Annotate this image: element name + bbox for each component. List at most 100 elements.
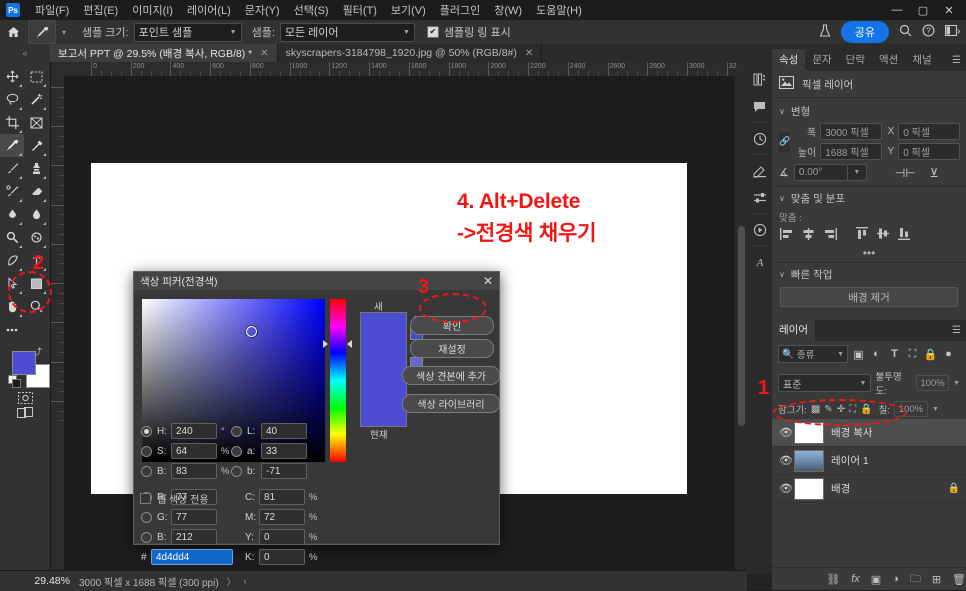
path-selection-tool[interactable] xyxy=(0,272,24,295)
chevron-down-icon[interactable]: ▼ xyxy=(847,164,867,181)
tab-layers[interactable]: 레이어 xyxy=(772,319,815,341)
lock-position-icon[interactable]: ✛ xyxy=(837,404,845,415)
actions-icon[interactable] xyxy=(747,216,772,243)
adjustments-icon[interactable] xyxy=(747,157,772,184)
chevron-down-icon[interactable]: ▼ xyxy=(953,380,960,387)
brightness-input[interactable]: 83 xyxy=(171,463,217,479)
home-icon[interactable] xyxy=(0,21,26,43)
tab-channels[interactable]: 채널 xyxy=(905,49,938,71)
menu-view[interactable]: 보기(V) xyxy=(384,0,433,20)
frame-tool[interactable] xyxy=(24,111,48,134)
align-bottom-icon[interactable] xyxy=(898,227,910,243)
cyan-input[interactable]: 81 xyxy=(259,489,305,505)
blur-tool[interactable] xyxy=(24,203,48,226)
lock-transparent-icon[interactable]: ▩ xyxy=(811,404,820,415)
link-icon[interactable]: 🔗 xyxy=(779,131,791,152)
radio-hue[interactable] xyxy=(141,425,152,437)
new-group-icon[interactable]: 🗀 xyxy=(910,570,921,589)
angle-field[interactable]: 0.00° xyxy=(793,164,848,181)
eraser-tool[interactable] xyxy=(24,180,48,203)
new-layer-icon[interactable]: ⊞ xyxy=(932,573,941,586)
filter-power-icon[interactable]: ● xyxy=(941,348,956,360)
add-to-swatches-button[interactable]: 색상 견본에 추가 xyxy=(402,366,500,385)
tool-preset-chevron-icon[interactable]: ▾ xyxy=(56,28,72,37)
tab-character[interactable]: 문자 xyxy=(805,49,838,71)
document-tab-report-ppt[interactable]: 보고서 PPT @ 29.5% (배경 복사, RGB/8) * ✕ xyxy=(50,44,278,62)
menu-plugins[interactable]: 플러그인 xyxy=(433,0,487,20)
pixel-filter-icon[interactable]: ▣ xyxy=(851,348,866,361)
close-icon[interactable]: ✕ xyxy=(525,48,533,59)
menu-type[interactable]: 문자(Y) xyxy=(238,0,287,20)
workspace-icon[interactable] xyxy=(945,24,961,40)
yellow-input[interactable]: 0 xyxy=(259,529,305,545)
menu-select[interactable]: 선택(S) xyxy=(287,0,336,20)
move-tool[interactable] xyxy=(0,65,24,88)
properties-sliders-icon[interactable] xyxy=(747,184,772,211)
width-field[interactable]: 3000 픽셀 xyxy=(820,123,883,140)
align-right-icon[interactable] xyxy=(824,227,837,243)
layer-thumbnail[interactable] xyxy=(794,477,824,500)
flip-horizontal-icon[interactable]: ⊣⊢ xyxy=(895,166,916,180)
more-options-icon[interactable]: ••• xyxy=(772,246,966,262)
quick-actions-section-header[interactable]: ∨ 빠른 작업 xyxy=(772,263,966,284)
share-button[interactable]: 공유 xyxy=(840,21,889,43)
rectangle-shape-tool[interactable] xyxy=(24,272,48,295)
edit-toolbar-more-icon[interactable] xyxy=(0,318,24,341)
help-icon[interactable]: ? xyxy=(922,24,935,40)
radio-b[interactable] xyxy=(231,465,242,477)
magenta-input[interactable]: 72 xyxy=(259,509,305,525)
color-picker-ring[interactable] xyxy=(246,326,257,337)
blend-mode-select[interactable]: 표준 ▼ xyxy=(778,374,872,392)
layer-name[interactable]: 배경 xyxy=(831,481,850,496)
menu-window[interactable]: 창(W) xyxy=(487,0,529,20)
a-input[interactable]: 33 xyxy=(261,443,307,459)
menu-image[interactable]: 이미지(I) xyxy=(125,0,180,20)
web-only-checkbox[interactable]: 웹 색상 전용 xyxy=(140,491,209,506)
screen-mode-button[interactable] xyxy=(0,407,50,419)
panel-menu-icon[interactable]: ☰ xyxy=(952,325,961,336)
color-picker-ok-button[interactable]: 확인 xyxy=(410,316,494,335)
blue-input[interactable]: 212 xyxy=(171,529,217,545)
layer-mask-icon[interactable]: ▣ xyxy=(871,573,881,586)
menu-file[interactable]: 파일(F) xyxy=(28,0,76,20)
crop-tool[interactable] xyxy=(0,111,24,134)
panel-menu-icon[interactable]: ☰ xyxy=(952,55,961,66)
flask-icon[interactable] xyxy=(819,23,831,41)
align-section-header[interactable]: ∨ 맞춤 및 분포 xyxy=(772,187,966,208)
remove-background-button[interactable]: 배경 제거 xyxy=(780,287,958,307)
libraries-icon[interactable] xyxy=(747,66,772,93)
color-picker-reset-button[interactable]: 재설정 xyxy=(410,339,494,358)
adjustment-filter-icon[interactable]: ◐ xyxy=(869,348,884,360)
chevron-down-icon[interactable]: ▼ xyxy=(932,406,939,413)
color-libraries-button[interactable]: 색상 라이브러리 xyxy=(402,394,500,413)
tab-paragraph[interactable]: 단락 xyxy=(839,49,872,71)
brush-tool[interactable] xyxy=(0,157,24,180)
delete-layer-icon[interactable]: 🗑 xyxy=(952,573,966,586)
close-icon[interactable]: ✕ xyxy=(483,274,493,288)
close-icon[interactable]: ✕ xyxy=(260,48,268,59)
radio-lightness[interactable] xyxy=(231,425,242,437)
clone-stamp-tool[interactable] xyxy=(24,157,48,180)
status-expand-icon[interactable]: 〉 xyxy=(227,575,236,588)
sponge-tool[interactable] xyxy=(24,226,48,249)
search-icon[interactable] xyxy=(899,24,912,40)
minimize-button[interactable]: — xyxy=(884,1,910,19)
scrollbar-thumb[interactable] xyxy=(738,226,745,426)
saturation-input[interactable]: 64 xyxy=(171,443,217,459)
menu-filter[interactable]: 필터(T) xyxy=(336,0,384,20)
y-field[interactable]: 0 픽셀 xyxy=(898,143,961,160)
sample-select[interactable]: 모든 레이어 ▼ xyxy=(279,22,415,42)
menu-layer[interactable]: 레이어(L) xyxy=(180,0,238,20)
b-input[interactable]: -71 xyxy=(261,463,307,479)
align-left-icon[interactable] xyxy=(780,227,793,243)
document-tab-skyscrapers[interactable]: skyscrapers-3184798_1920.jpg @ 50% (RGB/… xyxy=(277,44,543,62)
maximize-button[interactable]: ▢ xyxy=(910,1,936,19)
menu-help[interactable]: 도움말(H) xyxy=(529,0,589,20)
lock-image-icon[interactable]: ✎ xyxy=(824,404,832,415)
spot-healing-brush-tool[interactable] xyxy=(24,134,48,157)
comments-icon[interactable] xyxy=(747,93,772,120)
layer-name[interactable]: 배경 복사 xyxy=(831,425,873,440)
canvas-vertical-scrollbar[interactable] xyxy=(735,76,747,570)
pen-tool[interactable] xyxy=(0,249,24,272)
align-center-h-icon[interactable] xyxy=(802,227,815,243)
